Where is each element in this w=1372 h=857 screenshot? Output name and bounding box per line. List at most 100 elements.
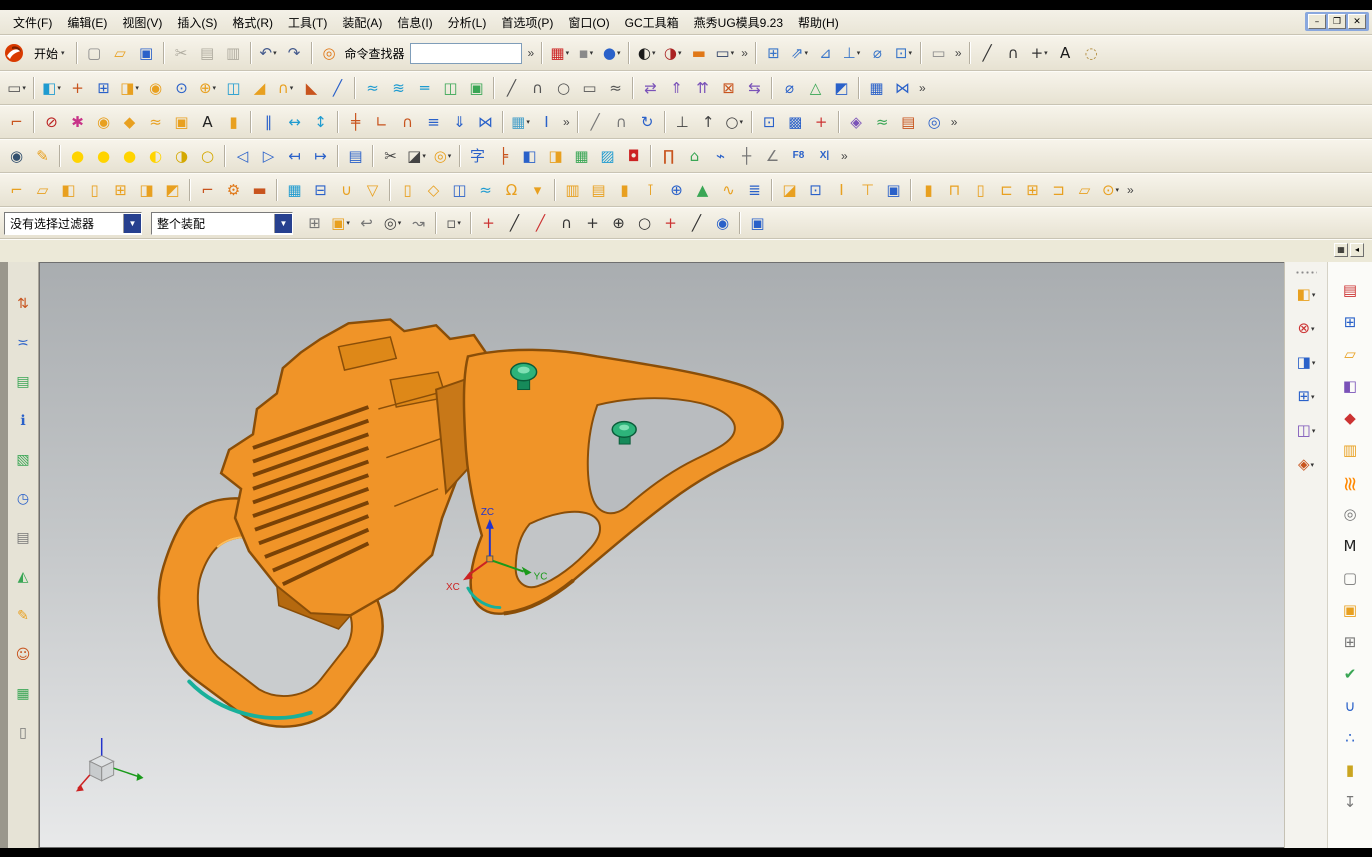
menu-item-7[interactable]: 装配(A) (335, 11, 389, 34)
cell-box-button[interactable]: ▣ (881, 178, 906, 203)
pull-face-button[interactable]: ⇑ (664, 76, 689, 101)
grid-settings-button[interactable]: ▦ ▾ (508, 110, 533, 135)
curve-rectangle-button[interactable]: ▭ (577, 76, 602, 101)
show-only-button[interactable]: ▪ ▾ (573, 41, 598, 66)
red-wedge-button[interactable]: ◆ (1338, 406, 1363, 431)
info-window-button[interactable]: ℹ (11, 409, 35, 433)
snap-target-button[interactable]: + (809, 110, 834, 135)
new-part-button[interactable]: ▢ (82, 41, 107, 66)
frame-tool-button[interactable]: ∏ (656, 144, 681, 169)
arc-2-button[interactable]: ∩ (609, 110, 634, 135)
true-shading-button[interactable]: ● ▾ (599, 41, 624, 66)
circle-point-button[interactable]: ○ (632, 211, 657, 236)
command-finder-input[interactable] (409, 42, 522, 64)
purple-box-button[interactable]: ◧ (1338, 374, 1363, 399)
menu-item-10[interactable]: 首选项(P) (494, 11, 560, 34)
mold-init-button[interactable]: ⌐ (4, 178, 29, 203)
dock-scroll-left-button[interactable]: ◂ (1350, 243, 1364, 257)
menu-item-2[interactable]: 编辑(E) (60, 11, 114, 34)
mold-grid-button[interactable]: ⊞ (1338, 310, 1363, 335)
parting-lines-button[interactable]: ◩ (160, 178, 185, 203)
combo-arrow-icon[interactable]: ▼ (274, 213, 292, 233)
open-button[interactable]: ▱ (108, 41, 133, 66)
pattern-feature-button[interactable]: ⊞ (91, 76, 116, 101)
background-style-button[interactable]: ▭ ▾ (712, 41, 737, 66)
restore-button[interactable]: ❐ (1328, 14, 1346, 29)
close-button[interactable]: ✕ (1348, 14, 1366, 29)
wrench-ball-button[interactable]: ◎ (1338, 502, 1363, 527)
grid-box-button[interactable]: ⊞ (1338, 630, 1363, 655)
hole-button[interactable]: ⊙ (169, 76, 194, 101)
curve-line-button[interactable]: ╱ (499, 76, 524, 101)
offset-curve-button[interactable]: ≡ (421, 110, 446, 135)
intersection-curve-button[interactable]: ⋈ (473, 110, 498, 135)
notes-button[interactable]: ▯ (11, 721, 35, 745)
toolbar-overflow-chevron[interactable]: » (952, 46, 965, 60)
next-view-button[interactable]: ▷ (256, 144, 281, 169)
shrinkage-button[interactable]: ◧ (56, 178, 81, 203)
snap-settings-button[interactable]: ▣ ▾ (328, 211, 353, 236)
line-point-button[interactable]: ╱ (684, 211, 709, 236)
info-sphere-button[interactable]: ⊙ ▾ (1098, 178, 1123, 203)
menu-item-11[interactable]: 窗口(O) (561, 11, 616, 34)
crosshair-button[interactable]: ┼ (734, 144, 759, 169)
menu-item-3[interactable]: 视图(V) (115, 11, 169, 34)
torus-button[interactable]: ◉ (91, 110, 116, 135)
command-finder-button[interactable]: ◎ (317, 41, 342, 66)
direct-sketch-button[interactable]: ▭ ▾ (4, 76, 29, 101)
mold-csys-button[interactable]: ▱ (30, 178, 55, 203)
capsule-display-button[interactable]: ▬ (686, 41, 711, 66)
toolbar-overflow-chevron[interactable]: » (738, 46, 751, 60)
slide-lib-button[interactable]: ▬ (247, 178, 272, 203)
line-2-button[interactable]: ╱ (583, 110, 608, 135)
cube-left-button[interactable]: ◧ (517, 144, 542, 169)
model-wing-plate[interactable] (462, 348, 784, 616)
object-display-button[interactable]: ✱ (65, 110, 90, 135)
drill-tool-button[interactable]: ↧ (1338, 790, 1363, 815)
pattern-geometry-button[interactable]: ▦ (864, 76, 889, 101)
snap-scope-button[interactable]: ◎ ▾ (380, 211, 405, 236)
roles-button[interactable]: ☺ (11, 643, 35, 667)
move-face-button[interactable]: ⇄ (638, 76, 663, 101)
screw-lib-button[interactable]: ⊺ (638, 178, 663, 203)
blue-cube-button[interactable]: ▣ (745, 211, 770, 236)
constraint-navigator-button[interactable]: ≍ (11, 331, 35, 355)
snap-back-button[interactable]: ↩ (354, 211, 379, 236)
clamp-button[interactable]: ∪ (1338, 694, 1363, 719)
sketch-fillet-button[interactable]: ∩ (395, 110, 420, 135)
show-hide-button[interactable]: ◉ (4, 144, 29, 169)
rail-button[interactable]: ≣ (742, 178, 767, 203)
layer-off-button[interactable]: ○ (195, 144, 220, 169)
markup-m-button[interactable]: M (1338, 534, 1363, 559)
chamfer-button[interactable]: ◣ (299, 76, 324, 101)
assembly-navigator-button[interactable]: ⇅ (11, 292, 35, 316)
graphics-viewport[interactable]: ZC YC XC (39, 262, 1284, 848)
layer-work-button[interactable]: ● (91, 144, 116, 169)
open-mold-folder-button[interactable]: ▱ (1338, 342, 1363, 367)
mirror-geometry-button[interactable]: ⋈ (890, 76, 915, 101)
through-curves-button[interactable]: ≋ (386, 76, 411, 101)
toolbar-overflow-chevron[interactable]: » (1124, 183, 1137, 197)
layer-visible-button[interactable]: ● (117, 144, 142, 169)
yellow-bar-button[interactable]: ▮ (916, 178, 941, 203)
chinese-character-button[interactable]: 字 (465, 144, 490, 169)
offset-surface-button[interactable]: ◫ (438, 76, 463, 101)
gate-button[interactable]: ▾ (525, 178, 550, 203)
assembly-constraints-button[interactable]: ⊗ ▾ (1294, 316, 1319, 341)
visualization-scene-button[interactable]: ◭ (11, 565, 35, 589)
beam-button[interactable]: ▮ (612, 178, 637, 203)
latch-button[interactable]: ⊐ (1046, 178, 1071, 203)
dock-scroll-grid-button[interactable]: ▦ (1334, 243, 1348, 257)
snap-view-button[interactable]: ⊿ (813, 41, 838, 66)
curve-spline-button[interactable]: ≈ (603, 76, 628, 101)
select-rectangle-button[interactable]: ▫ ▾ (441, 211, 466, 236)
spring-button[interactable]: ∿ (716, 178, 741, 203)
column-b-button[interactable]: ▤ (586, 178, 611, 203)
datum-plane-button[interactable]: ◧ ▾ (39, 76, 64, 101)
board-tool-button[interactable]: ⊞ (1020, 178, 1045, 203)
toolbar-overflow-chevron[interactable]: » (916, 81, 929, 95)
wave-link-button[interactable]: ≈ (870, 110, 895, 135)
gear-library-button[interactable]: ⚙ (221, 178, 246, 203)
shell-button[interactable]: ◫ (221, 76, 246, 101)
red-block-button[interactable]: ◘ (621, 144, 646, 169)
